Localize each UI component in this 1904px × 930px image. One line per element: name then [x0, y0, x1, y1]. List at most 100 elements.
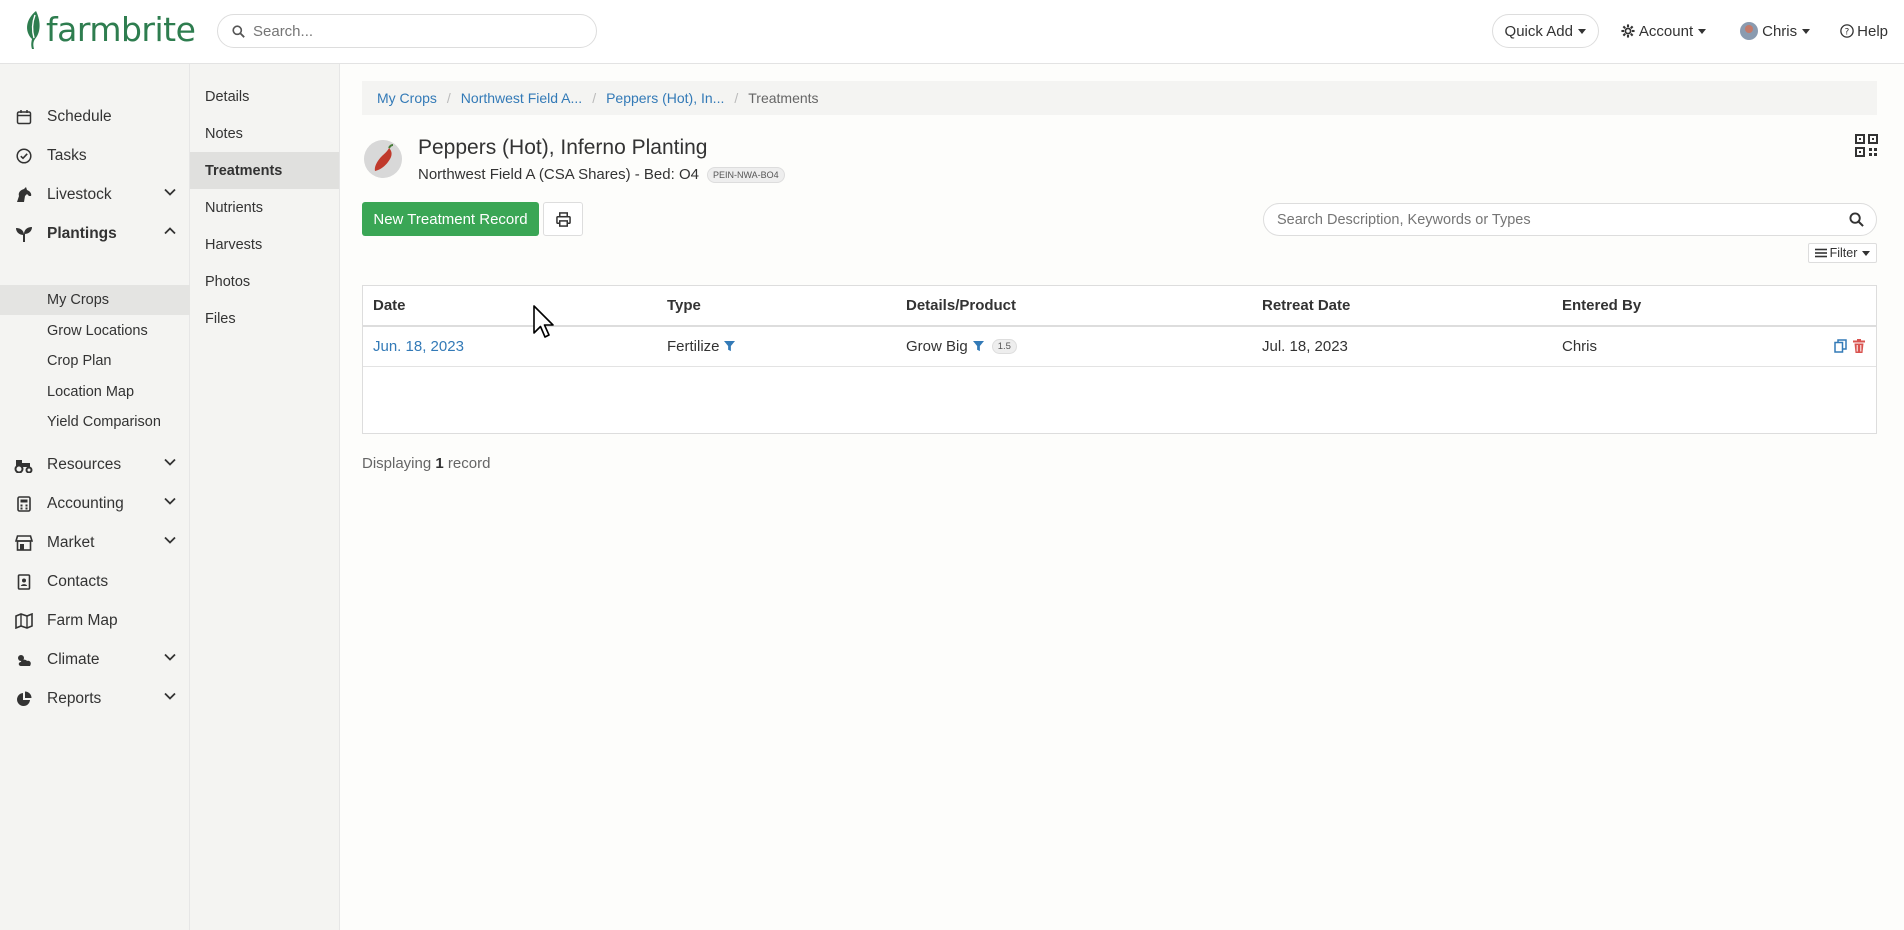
- sidebar-subitem-crop-plan[interactable]: Crop Plan: [0, 346, 190, 376]
- chevron-down-icon: [164, 653, 176, 661]
- caret-down-icon: [1862, 250, 1871, 256]
- tab-label: Details: [205, 88, 250, 105]
- column-header-entered-by[interactable]: Entered By: [1562, 297, 1641, 314]
- breadcrumb-location[interactable]: Northwest Field A...: [461, 90, 582, 106]
- record-count-prefix: Displaying: [362, 455, 432, 472]
- crop-image: [364, 140, 402, 178]
- print-button[interactable]: [543, 202, 583, 236]
- treatment-date-link[interactable]: Jun. 18, 2023: [373, 338, 464, 355]
- product-name: Grow Big: [906, 338, 968, 355]
- tab-nutrients[interactable]: Nutrients: [190, 189, 339, 226]
- contact-book-icon: [14, 572, 34, 592]
- sidebar-item-resources[interactable]: Resources: [0, 446, 190, 484]
- chevron-down-icon: [164, 692, 176, 700]
- sidebar-item-label: Contacts: [47, 573, 109, 590]
- print-icon: [555, 211, 571, 227]
- sidebar-item-market[interactable]: Market: [0, 524, 190, 562]
- sidebar-item-livestock[interactable]: Livestock: [0, 176, 190, 214]
- qr-code-button[interactable]: [1855, 134, 1878, 161]
- sidebar-item-label: Accounting: [47, 495, 124, 512]
- breadcrumb-planting[interactable]: Peppers (Hot), In...: [606, 90, 724, 106]
- sidebar-item-schedule[interactable]: Schedule: [0, 98, 190, 136]
- check-circle-icon: [14, 146, 34, 166]
- quick-add-label: Quick Add: [1504, 22, 1573, 40]
- column-header-type[interactable]: Type: [667, 297, 701, 314]
- new-treatment-button[interactable]: New Treatment Record: [362, 202, 539, 236]
- tab-notes[interactable]: Notes: [190, 115, 339, 152]
- sidebar-item-contacts[interactable]: Contacts: [0, 563, 190, 601]
- table-header: Date Type Details/Product Retreat Date E…: [363, 286, 1876, 327]
- global-search[interactable]: [217, 14, 597, 48]
- breadcrumb: My Crops / Northwest Field A... / Pepper…: [362, 81, 1877, 115]
- treatment-search-input[interactable]: [1277, 211, 1837, 228]
- sidebar-subitem-yield-comparison[interactable]: Yield Comparison: [0, 407, 190, 437]
- column-header-date[interactable]: Date: [373, 297, 406, 314]
- planting-location-text: Northwest Field A (CSA Shares) - Bed: O4: [418, 166, 699, 183]
- sidebar-item-reports[interactable]: Reports: [0, 680, 190, 718]
- help-link[interactable]: ? Help: [1840, 23, 1888, 40]
- filter-icon[interactable]: [723, 341, 735, 352]
- sidebar: Schedule Tasks Livestock Plantings My Cr…: [0, 64, 190, 930]
- quick-add-button[interactable]: Quick Add: [1491, 14, 1599, 48]
- sidebar-subitem-label: Location Map: [47, 384, 135, 400]
- breadcrumb-separator: /: [734, 90, 739, 106]
- sidebar-subitem-label: My Crops: [47, 292, 110, 308]
- chevron-down-icon: [164, 458, 176, 466]
- account-label: Account: [1638, 22, 1694, 40]
- tab-label: Files: [205, 310, 236, 327]
- sidebar-item-farm-map[interactable]: Farm Map: [0, 602, 190, 640]
- user-menu[interactable]: Chris: [1740, 22, 1811, 40]
- sidebar-item-label: Tasks: [47, 147, 87, 164]
- sidebar-subitem-grow-locations[interactable]: Grow Locations: [0, 316, 190, 346]
- tab-harvests[interactable]: Harvests: [190, 226, 339, 263]
- filter-button[interactable]: Filter: [1808, 243, 1877, 263]
- breadcrumb-current: Treatments: [748, 90, 819, 106]
- caret-down-icon: [1577, 28, 1586, 34]
- map-icon: [14, 611, 34, 631]
- caret-down-icon: [1802, 28, 1811, 34]
- sidebar-item-accounting[interactable]: Accounting: [0, 485, 190, 523]
- column-header-retreat-date[interactable]: Retreat Date: [1262, 297, 1350, 314]
- tractor-icon: [14, 455, 34, 475]
- sidebar-subitem-label: Grow Locations: [47, 323, 148, 339]
- tab-files[interactable]: Files: [190, 300, 339, 337]
- tab-label: Nutrients: [205, 199, 264, 216]
- tab-treatments[interactable]: Treatments: [190, 152, 339, 189]
- sidebar-item-plantings[interactable]: Plantings: [0, 215, 190, 253]
- global-search-input[interactable]: [253, 22, 573, 40]
- tab-label: Treatments: [205, 162, 283, 179]
- sidebar-subitem-location-map[interactable]: Location Map: [0, 377, 190, 407]
- filter-icon[interactable]: [972, 341, 984, 352]
- search-icon[interactable]: [1849, 212, 1864, 227]
- leaf-logo-icon: [27, 11, 40, 49]
- chevron-up-icon: [164, 227, 176, 235]
- sidebar-item-label: Livestock: [47, 186, 112, 203]
- seedling-icon: [14, 224, 34, 244]
- copy-icon[interactable]: [1834, 339, 1847, 353]
- column-header-details[interactable]: Details/Product: [906, 297, 1016, 314]
- planting-code-badge: PEIN-NWA-BO4: [706, 166, 785, 183]
- horse-icon: [14, 185, 34, 205]
- breadcrumb-my-crops[interactable]: My Crops: [377, 90, 437, 106]
- treatment-search[interactable]: [1263, 203, 1877, 236]
- farmbrite-logo[interactable]: farmbrite: [22, 9, 196, 49]
- sidebar-subitem-my-crops[interactable]: My Crops: [0, 285, 190, 315]
- tab-details[interactable]: Details: [190, 78, 339, 115]
- sidebar-item-climate[interactable]: Climate: [0, 641, 190, 679]
- gear-icon: [1621, 24, 1635, 38]
- planting-subnav: Details Notes Treatments Nutrients Harve…: [190, 64, 340, 930]
- sidebar-item-label: Market: [47, 534, 95, 551]
- account-menu[interactable]: Account: [1621, 22, 1707, 40]
- tab-label: Photos: [205, 273, 251, 290]
- question-circle-icon: ?: [1840, 24, 1854, 38]
- sidebar-item-label: Climate: [47, 651, 100, 668]
- header-actions: Quick Add Account Chris ? Help: [1491, 13, 1888, 49]
- sidebar-item-tasks[interactable]: Tasks: [0, 137, 190, 175]
- search-icon: [232, 24, 245, 38]
- tab-photos[interactable]: Photos: [190, 263, 339, 300]
- trash-icon[interactable]: [1853, 339, 1865, 353]
- treatment-type: Fertilize: [667, 338, 720, 355]
- calendar-icon: [14, 107, 34, 127]
- tab-label: Harvests: [205, 236, 263, 253]
- breadcrumb-separator: /: [592, 90, 597, 106]
